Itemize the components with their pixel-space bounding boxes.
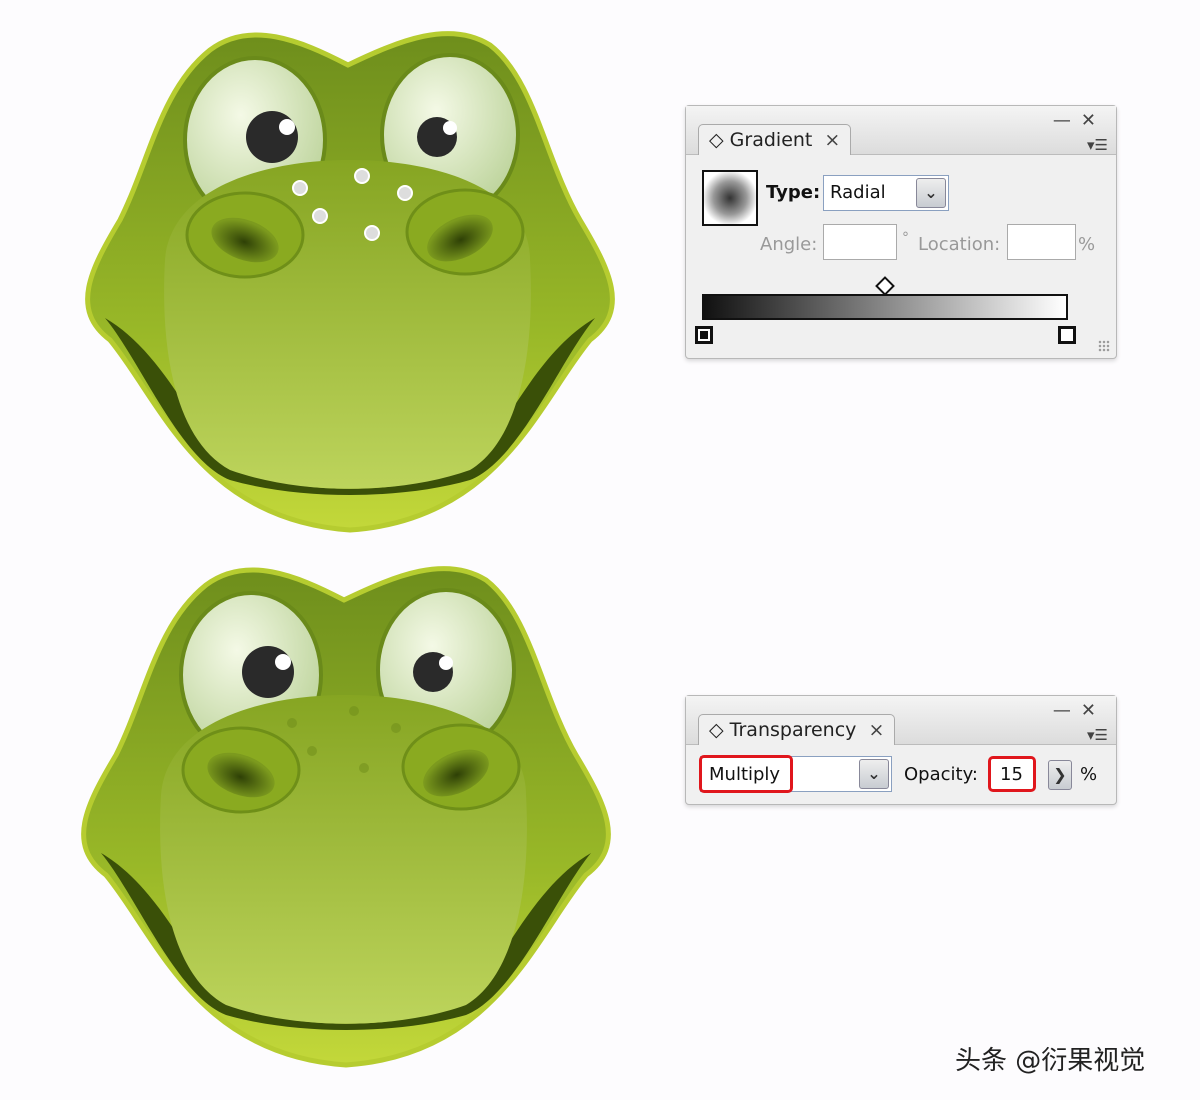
tab-label: Transparency <box>729 719 857 741</box>
gradient-stop-white[interactable] <box>1058 326 1076 344</box>
panel-menu-icon[interactable]: ▾☰ <box>1087 136 1108 154</box>
resize-grip-icon[interactable] <box>1098 340 1110 352</box>
tab-label: Gradient <box>729 129 813 151</box>
gradient-stop-black[interactable] <box>695 326 713 344</box>
panel-menu-icon[interactable]: ▾☰ <box>1087 726 1108 744</box>
frog-illustration-multiply <box>0 535 676 1075</box>
angle-label: Angle: <box>760 234 818 255</box>
blend-mode-dropdown[interactable]: Multiply ⌄ <box>699 755 892 793</box>
angle-input[interactable] <box>823 224 897 260</box>
gradient-preview-swatch[interactable] <box>702 170 758 226</box>
opacity-label: Opacity: <box>904 764 978 785</box>
tab-gradient[interactable]: ◇ Gradient × <box>698 124 852 155</box>
degree-symbol: ° <box>902 230 909 246</box>
blend-mode-value: Multiply <box>709 764 781 785</box>
location-label: Location: <box>918 234 1001 255</box>
gradient-panel: ◇ Gradient × —✕ ▾☰ Type: Radial ⌄ Angle:… <box>685 105 1117 359</box>
close-icon[interactable]: ✕ <box>1081 700 1106 721</box>
chevron-down-icon[interactable]: ⌄ <box>916 178 946 208</box>
type-dropdown[interactable]: Radial ⌄ <box>823 175 949 211</box>
midpoint-diamond[interactable] <box>875 276 895 296</box>
chevron-down-icon[interactable]: ⌄ <box>859 759 889 789</box>
transparency-panel: ◇ Transparency × —✕ ▾☰ Multiply ⌄ Opacit… <box>685 695 1117 805</box>
minimize-icon[interactable]: — <box>1053 110 1081 131</box>
close-tab-icon[interactable]: × <box>868 719 884 741</box>
chevron-right-icon[interactable]: ❯ <box>1048 760 1072 790</box>
gradient-slider-bar[interactable] <box>702 294 1068 320</box>
frog-illustration-gradient <box>0 0 680 540</box>
opacity-input[interactable]: 15 <box>988 756 1036 792</box>
tab-collapse-icon[interactable]: ◇ <box>709 129 724 151</box>
type-value: Radial <box>830 182 886 203</box>
watermark: 头条 @衍果视觉 <box>955 1046 1146 1076</box>
tab-collapse-icon[interactable]: ◇ <box>709 719 724 741</box>
opacity-value: 15 <box>1000 764 1023 785</box>
close-tab-icon[interactable]: × <box>824 129 840 151</box>
percent-symbol: % <box>1080 764 1098 785</box>
type-label: Type: <box>766 182 821 203</box>
close-icon[interactable]: ✕ <box>1081 110 1106 131</box>
tab-transparency[interactable]: ◇ Transparency × <box>698 714 896 745</box>
location-input[interactable] <box>1007 224 1076 260</box>
percent-symbol: % <box>1078 234 1096 255</box>
minimize-icon[interactable]: — <box>1053 700 1081 721</box>
